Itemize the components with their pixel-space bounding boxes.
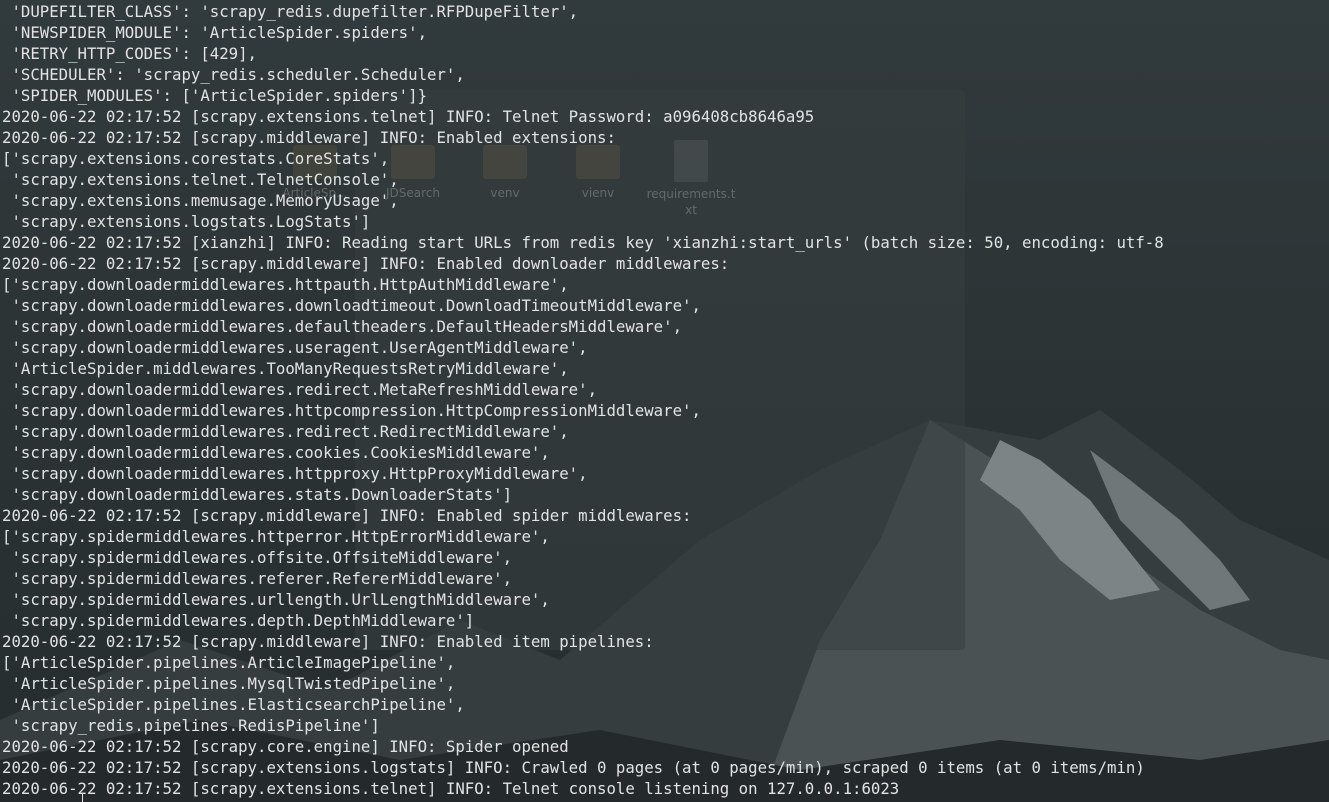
terminal-line: 2020-06-22 02:17:52 [xianzhi] INFO: Read… (2, 233, 1164, 252)
terminal-line: 'scrapy.spidermiddlewares.referer.Refere… (2, 569, 513, 588)
terminal-line: 2020-06-22 02:17:52 [scrapy.extensions.t… (2, 107, 815, 126)
terminal-line: 'scrapy.spidermiddlewares.offsite.Offsit… (2, 548, 513, 567)
terminal-line: ['scrapy.extensions.corestats.CoreStats'… (2, 149, 390, 168)
terminal-line: 'scrapy.downloadermiddlewares.httpcompre… (2, 401, 701, 420)
terminal-line: 'SPIDER_MODULES': ['ArticleSpider.spider… (2, 86, 428, 105)
terminal-line: 'scrapy.extensions.logstats.LogStats'] (2, 212, 371, 231)
terminal-line: 'ArticleSpider.pipelines.ElasticsearchPi… (2, 695, 465, 714)
terminal-line: ['scrapy.downloadermiddlewares.httpauth.… (2, 275, 569, 294)
terminal-line: 2020-06-22 02:17:52 [scrapy.middleware] … (2, 128, 616, 147)
terminal-line: 'scrapy.spidermiddlewares.depth.DepthMid… (2, 611, 475, 630)
terminal-line: 2020-06-22 02:17:52 [scrapy.middleware] … (2, 506, 692, 525)
terminal-output[interactable]: 'DUPEFILTER_CLASS': 'scrapy_redis.dupefi… (0, 0, 1329, 802)
terminal-line: 'scrapy.spidermiddlewares.urllength.UrlL… (2, 590, 550, 609)
terminal-line: 'scrapy.downloadermiddlewares.downloadti… (2, 296, 701, 315)
terminal-line: 'ArticleSpider.pipelines.MysqlTwistedPip… (2, 674, 456, 693)
terminal-line: 2020-06-22 02:17:52 [scrapy.middleware] … (2, 632, 654, 651)
terminal-line: 'scrapy.downloadermiddlewares.stats.Down… (2, 485, 513, 504)
terminal-line: 'RETRY_HTTP_CODES': [429], (2, 44, 258, 63)
terminal-line: 2020-06-22 02:17:52 [scrapy.middleware] … (2, 254, 730, 273)
terminal-line: 'DUPEFILTER_CLASS': 'scrapy_redis.dupefi… (2, 2, 579, 21)
terminal-line: 'scrapy.downloadermiddlewares.useragent.… (2, 338, 588, 357)
terminal-line: 'scrapy.extensions.telnet.TelnetConsole'… (2, 170, 399, 189)
terminal-line: ['ArticleSpider.pipelines.ArticleImagePi… (2, 653, 456, 672)
terminal-line: 'SCHEDULER': 'scrapy_redis.scheduler.Sch… (2, 65, 465, 84)
terminal-line: 'scrapy.downloadermiddlewares.httpproxy.… (2, 464, 588, 483)
terminal-line: 'scrapy_redis.pipelines.RedisPipeline'] (2, 716, 380, 735)
terminal-line: 'NEWSPIDER_MODULE': 'ArticleSpider.spide… (2, 23, 428, 42)
terminal-line: ['scrapy.spidermiddlewares.httperror.Htt… (2, 527, 550, 546)
terminal-line: 'scrapy.downloadermiddlewares.defaulthea… (2, 317, 683, 336)
terminal-line: 2020-06-22 02:17:52 [scrapy.extensions.l… (2, 758, 1145, 777)
terminal-line: 2020-06-22 02:17:52 [scrapy.core.engine]… (2, 737, 569, 756)
terminal-line: 'scrapy.extensions.memusage.MemoryUsage'… (2, 191, 399, 210)
terminal-line: 'scrapy.downloadermiddlewares.cookies.Co… (2, 443, 550, 462)
terminal-line: 'ArticleSpider.middlewares.TooManyReques… (2, 359, 569, 378)
terminal-cursor (82, 794, 83, 802)
terminal-line: 2020-06-22 02:17:52 [scrapy.extensions.t… (2, 779, 900, 798)
terminal-line: 'scrapy.downloadermiddlewares.redirect.R… (2, 422, 569, 441)
terminal-line: 'scrapy.downloadermiddlewares.redirect.M… (2, 380, 598, 399)
